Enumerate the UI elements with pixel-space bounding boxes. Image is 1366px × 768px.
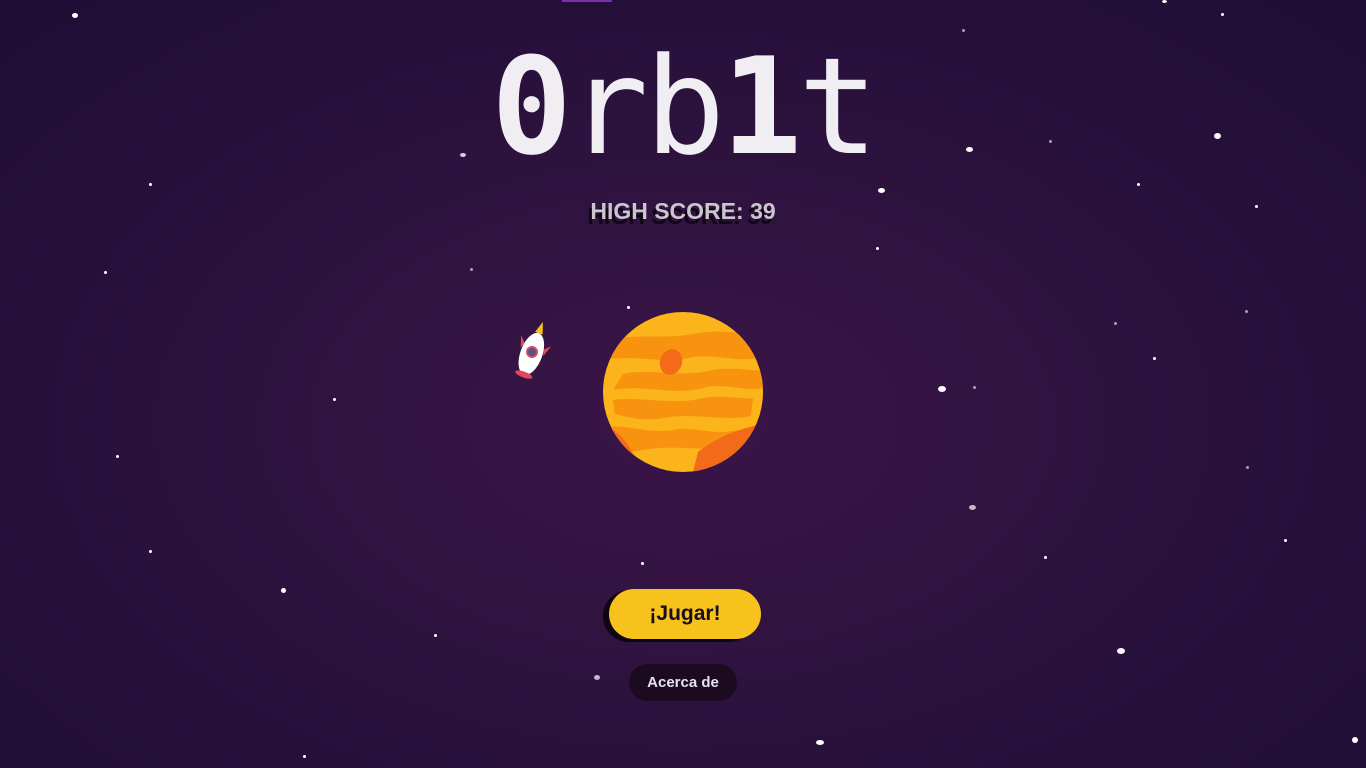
play-button[interactable]: ¡Jugar! [609, 589, 761, 639]
star [1352, 737, 1358, 743]
title-part-rb: rb [567, 29, 725, 185]
star [1246, 466, 1249, 469]
game-title: 0rb1t [0, 40, 1366, 174]
star [1221, 13, 1224, 16]
title-part-t: t [798, 29, 879, 185]
star [816, 740, 824, 745]
star [1162, 0, 1167, 3]
star [116, 455, 119, 458]
star [962, 29, 965, 32]
star [594, 675, 600, 680]
star [281, 588, 286, 593]
title-part-one: 1 [721, 29, 802, 185]
star [938, 386, 946, 392]
star [876, 247, 879, 250]
star [1044, 556, 1047, 559]
star [149, 550, 152, 553]
top-indicator-bar [562, 0, 612, 2]
star [1117, 648, 1125, 654]
star [878, 188, 885, 193]
star [1153, 357, 1156, 360]
star [973, 386, 976, 389]
high-score-value: 39 [750, 198, 776, 224]
star [333, 398, 336, 401]
star [72, 13, 78, 18]
title-part-zero: 0 [491, 29, 572, 185]
high-score-label: HIGH SCORE: [590, 198, 744, 224]
star [969, 505, 976, 510]
star [470, 268, 473, 271]
star [641, 562, 644, 565]
star [1284, 539, 1287, 542]
rocket-icon [515, 321, 552, 379]
star [1137, 183, 1140, 186]
star [1114, 322, 1117, 325]
star [303, 755, 306, 758]
star [149, 183, 152, 186]
high-score: HIGH SCORE: 39 [0, 198, 1366, 225]
about-button[interactable]: Acerca de [629, 664, 737, 701]
star [434, 634, 437, 637]
star [627, 306, 630, 309]
star [1245, 310, 1248, 313]
planet-icon [603, 312, 763, 472]
star [104, 271, 107, 274]
